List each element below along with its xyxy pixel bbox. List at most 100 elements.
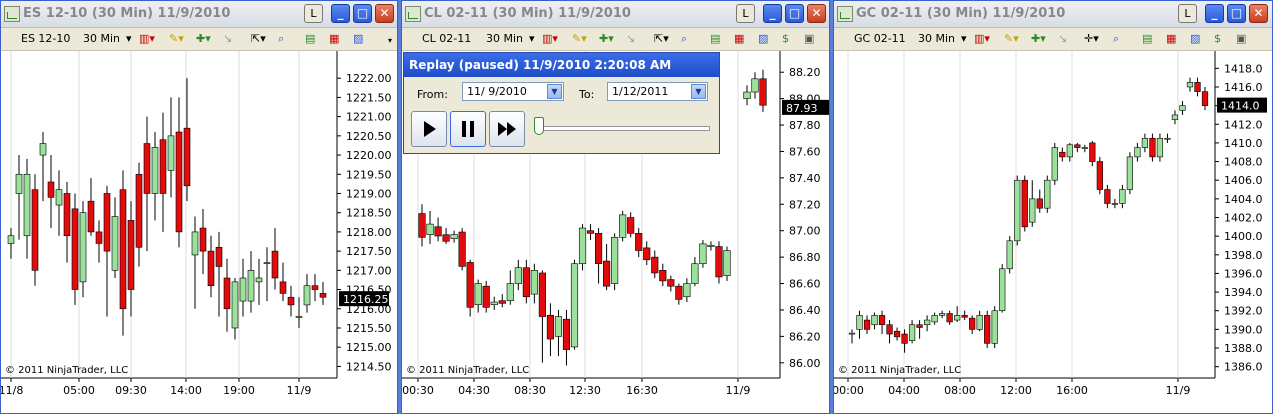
search-icon[interactable]: ⌕ — [1113, 32, 1119, 46]
play-button[interactable] — [411, 111, 447, 147]
zoom-out-icon[interactable]: ↘ — [223, 32, 232, 45]
replay-speed-track[interactable] — [538, 126, 710, 131]
candle-up — [723, 250, 731, 276]
last-price-label: 1216.25 — [343, 293, 389, 306]
maximize-icon[interactable]: □ — [1227, 4, 1246, 23]
pointer-icon[interactable]: ⇱▾ — [654, 32, 669, 45]
close-icon[interactable]: ✕ — [1249, 4, 1268, 23]
zoom-in-icon[interactable]: ✚▾ — [599, 32, 614, 45]
instrument-selector[interactable]: CL 02-11 — [422, 32, 471, 45]
candle-up — [474, 283, 482, 305]
candle-down — [595, 233, 603, 265]
pencil-icon[interactable]: ✎▾ — [1004, 32, 1019, 45]
chevron-down-icon[interactable]: ▼ — [547, 84, 562, 99]
chart-style-icon[interactable]: ▥▾ — [139, 32, 155, 45]
price-tick-label: 1416.0 — [1224, 81, 1263, 94]
title-bar[interactable]: CL 02-11 (30 Min) 11/9/2010 L _ □ ✕ — [402, 1, 829, 28]
chart-area[interactable]: 1418.0 1416.0 1414.0 1412.0 1410.0 1408.0 1406… — [834, 51, 1272, 413]
time-tick-label: 16:30 — [626, 384, 658, 397]
properties-icon[interactable]: ▨ — [758, 32, 768, 45]
pencil-icon[interactable]: ✎▾ — [169, 32, 184, 45]
replay-dialog: Replay (paused) 11/9/2010 2:20:08 AM Fro… — [403, 52, 720, 154]
pause-button[interactable] — [450, 111, 486, 147]
time-tick-label: 12:30 — [569, 384, 601, 397]
chart-window-es: ES 12-10 (30 Min) 11/9/2010 L _ □ ✕ ES 1… — [0, 0, 398, 414]
replay-speed-slider[interactable] — [534, 117, 544, 135]
strategies-icon[interactable]: ▦ — [1166, 32, 1176, 45]
pointer-icon[interactable]: ⇱▾ — [251, 32, 266, 45]
last-price-tag: 1216.25 — [339, 291, 389, 307]
replay-title[interactable]: Replay (paused) 11/9/2010 2:20:08 AM — [404, 53, 719, 77]
copyright-label: © 2011 NinjaTrader, LLC — [838, 365, 961, 376]
chevron-down-icon[interactable]: ▼ — [691, 84, 706, 99]
candle-down — [886, 324, 893, 335]
price-tick-label: 1214.50 — [346, 360, 392, 373]
candle-down — [1201, 91, 1209, 106]
indicators-icon[interactable]: ▤ — [305, 32, 315, 45]
crosshair-icon[interactable]: ✛▾ — [1084, 32, 1099, 45]
instrument-selector[interactable]: ES 12-10 — [21, 32, 70, 45]
candle-up — [1066, 144, 1073, 158]
maximize-icon[interactable]: □ — [353, 4, 372, 23]
data-box-icon[interactable]: ▣ — [804, 32, 814, 45]
price-tick-label: 87.40 — [789, 172, 821, 185]
link-button[interactable]: L — [1178, 4, 1197, 23]
dollar-icon[interactable]: $ — [1214, 32, 1221, 45]
candle-down — [901, 333, 908, 344]
title-bar[interactable]: GC 02-11 (30 Min) 11/9/2010 L _ □ ✕ — [834, 1, 1272, 28]
chevron-down-icon[interactable]: ▾ — [961, 32, 967, 45]
chart-area[interactable]: 1222.00 1221.50 1221.00 1220.50 1220.00 1219.… — [1, 51, 397, 413]
fast-forward-button[interactable] — [489, 111, 525, 147]
candle-up — [111, 216, 119, 271]
title-bar[interactable]: ES 12-10 (30 Min) 11/9/2010 L _ □ ✕ — [1, 1, 397, 28]
close-icon[interactable]: ✕ — [807, 4, 826, 23]
pencil-icon[interactable]: ✎▾ — [572, 32, 587, 45]
properties-icon[interactable]: ▨ — [353, 32, 363, 45]
search-icon[interactable]: ⌕ — [681, 32, 687, 46]
candle-down — [522, 267, 530, 298]
candle-up — [1029, 198, 1036, 223]
indicators-icon[interactable]: ▤ — [1142, 32, 1152, 45]
time-tick-label: 12:00 — [1000, 384, 1032, 397]
to-date-picker[interactable]: 1/12/2011 ▼ — [607, 82, 708, 101]
candle-up — [1186, 82, 1194, 88]
maximize-icon[interactable]: □ — [785, 4, 804, 23]
dollar-icon[interactable]: $ — [782, 32, 789, 45]
price-tick-label: 1410.0 — [1224, 137, 1263, 150]
zoom-out-icon[interactable]: ↘ — [1058, 32, 1067, 45]
link-button[interactable]: L — [736, 4, 755, 23]
overflow-icon[interactable]: ▾ — [388, 36, 392, 45]
zoom-out-icon[interactable]: ↘ — [626, 32, 635, 45]
zoom-in-icon[interactable]: ✚▾ — [1031, 32, 1046, 45]
strategies-icon[interactable]: ▦ — [329, 32, 339, 45]
candle-down — [442, 234, 450, 242]
from-date-picker[interactable]: 11/ 9/2010 ▼ — [462, 82, 564, 101]
candle-up — [683, 283, 691, 298]
instrument-selector[interactable]: GC 02-11 — [854, 32, 906, 45]
search-icon[interactable]: ⌕ — [278, 32, 284, 46]
strategies-icon[interactable]: ▦ — [734, 32, 744, 45]
candle-down — [466, 262, 474, 308]
chart-style-icon[interactable]: ▥▾ — [974, 32, 990, 45]
candle-down — [482, 285, 490, 308]
close-icon[interactable]: ✕ — [375, 4, 394, 23]
chart-style-icon[interactable]: ▥▾ — [542, 32, 558, 45]
period-selector[interactable]: 30 Min — [918, 32, 955, 45]
indicators-icon[interactable]: ▤ — [710, 32, 720, 45]
candle-up — [506, 283, 514, 302]
link-button[interactable]: L — [304, 4, 323, 23]
period-selector[interactable]: 30 Min — [83, 32, 120, 45]
chevron-down-icon[interactable]: ▾ — [126, 32, 132, 45]
minimize-icon[interactable]: _ — [763, 4, 782, 23]
candle-down — [159, 139, 167, 194]
period-selector[interactable]: 30 Min — [486, 32, 523, 45]
chevron-down-icon[interactable]: ▾ — [529, 32, 535, 45]
zoom-in-icon[interactable]: ✚▾ — [196, 32, 211, 45]
minimize-icon[interactable]: _ — [1205, 4, 1224, 23]
candle-up — [931, 315, 938, 323]
time-tick-label: 04:30 — [458, 384, 490, 397]
properties-icon[interactable]: ▨ — [1190, 32, 1200, 45]
price-tick-label: 86.60 — [789, 278, 821, 291]
minimize-icon[interactable]: _ — [331, 4, 350, 23]
data-box-icon[interactable]: ▣ — [1236, 32, 1246, 45]
